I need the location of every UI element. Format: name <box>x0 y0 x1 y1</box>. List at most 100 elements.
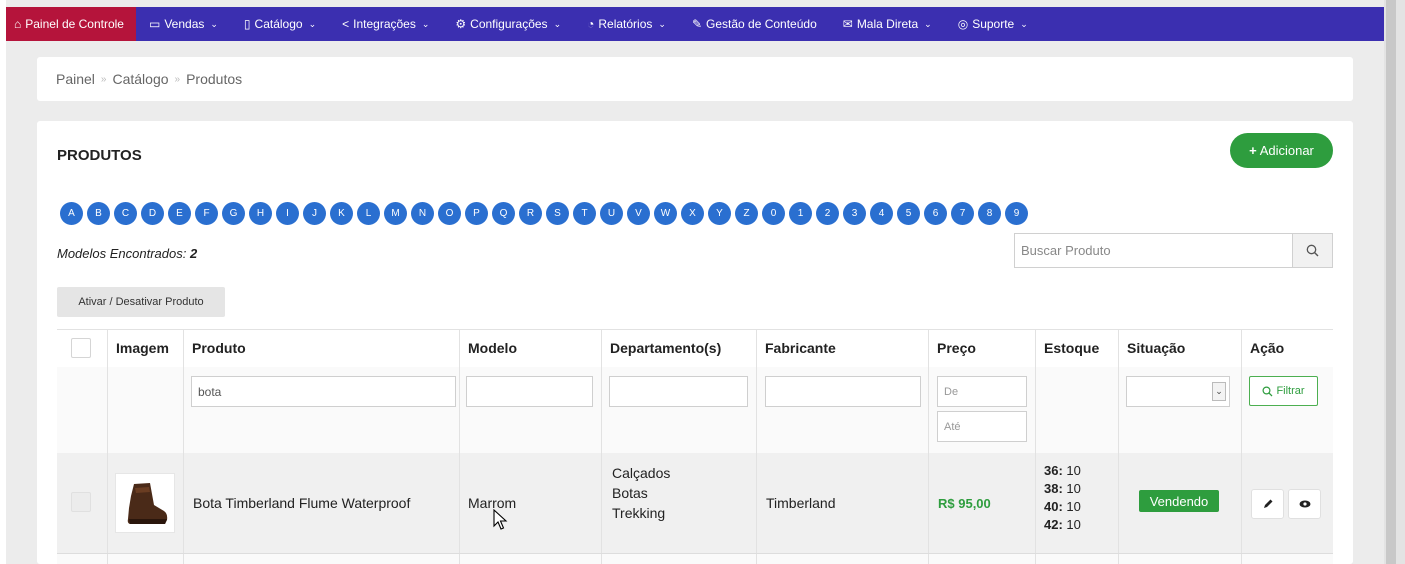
letter-filter-3[interactable]: 3 <box>843 202 866 225</box>
letter-filter-4[interactable]: 4 <box>870 202 893 225</box>
letter-filter-w[interactable]: W <box>654 202 677 225</box>
nav-item-gestao-conteudo[interactable]: ✎ Gestão de Conteúdo <box>679 7 830 41</box>
letter-filter-7[interactable]: 7 <box>951 202 974 225</box>
toggle-product-button[interactable]: Ativar / Desativar Produto <box>57 287 225 317</box>
letter-filter-h[interactable]: H <box>249 202 272 225</box>
letter-filter-d[interactable]: D <box>141 202 164 225</box>
nav-item-configuracoes[interactable]: ⚙ Configurações ⌄ <box>442 7 574 41</box>
letter-filter-q[interactable]: Q <box>492 202 515 225</box>
nav-item-integracoes[interactable]: < Integrações ⌄ <box>329 7 442 41</box>
chevron-down-icon: ⌄ <box>308 18 317 29</box>
nav-item-vendas[interactable]: ▭ Vendas ⌄ <box>136 7 231 41</box>
letter-filter-2[interactable]: 2 <box>816 202 839 225</box>
row-checkbox[interactable] <box>71 492 91 512</box>
breadcrumb-painel[interactable]: Painel <box>56 71 95 87</box>
select-all-checkbox[interactable] <box>71 338 91 358</box>
search-button[interactable] <box>1292 234 1332 267</box>
letter-filter-z[interactable]: Z <box>735 202 758 225</box>
header-stock[interactable]: Estoque <box>1035 329 1118 367</box>
price-to-input[interactable]: Até <box>937 411 1027 442</box>
view-button[interactable] <box>1288 489 1321 519</box>
letter-filter-n[interactable]: N <box>411 202 434 225</box>
add-product-button[interactable]: + Adicionar <box>1230 133 1333 168</box>
table-row[interactable] <box>57 553 1333 564</box>
letter-filter-6[interactable]: 6 <box>924 202 947 225</box>
chevron-down-icon: ⌄ <box>1020 18 1028 29</box>
stock-size: 38: <box>1044 481 1063 496</box>
nav-item-label: Catálogo <box>254 17 303 31</box>
nav-item-relatorios[interactable]: ◔ Relatórios ⌄ <box>574 7 679 41</box>
letter-filter-8[interactable]: 8 <box>978 202 1001 225</box>
scrollbar-rail[interactable] <box>1386 0 1396 564</box>
letter-filter-0[interactable]: 0 <box>762 202 785 225</box>
letter-filter-9[interactable]: 9 <box>1005 202 1028 225</box>
stock-item: 40: 10 <box>1044 498 1081 516</box>
table-row[interactable]: Bota Timberland Flume Waterproof Marrom … <box>57 453 1333 553</box>
stock-size: 42: <box>1044 517 1063 532</box>
nav-item-mala-direta[interactable]: ✉ Mala Direta ⌄ <box>830 7 945 41</box>
folder-icon: ▭ <box>148 17 161 31</box>
letter-filter-b[interactable]: B <box>87 202 110 225</box>
status-badge: Vendendo <box>1139 490 1219 512</box>
left-edge <box>0 0 6 564</box>
stock-qty: 10 <box>1066 481 1081 496</box>
letter-filter-e[interactable]: E <box>168 202 191 225</box>
letter-filter-x[interactable]: X <box>681 202 704 225</box>
letter-filter-l[interactable]: L <box>357 202 380 225</box>
header-manufacturer[interactable]: Fabricante <box>756 329 928 367</box>
manufacturer-filter-input[interactable] <box>765 376 921 407</box>
product-departments: Calçados Botas Trekking <box>612 463 670 523</box>
breadcrumb-separator: » <box>174 73 181 85</box>
edit-button[interactable] <box>1251 489 1284 519</box>
letter-filter-m[interactable]: M <box>384 202 407 225</box>
price-from-input[interactable]: De <box>937 376 1027 407</box>
product-filter-input[interactable]: bota <box>191 376 456 407</box>
letter-filter-y[interactable]: Y <box>708 202 731 225</box>
breadcrumb-separator: » <box>100 73 107 85</box>
row-cell <box>1241 554 1333 564</box>
header-departments: Departamento(s) <box>601 329 756 367</box>
nav-item-label: Suporte <box>972 17 1015 31</box>
header-price[interactable]: Preço <box>928 329 1035 367</box>
nav-item-suporte[interactable]: ◎ Suporte ⌄ <box>945 7 1041 41</box>
filter-button[interactable]: Filtrar <box>1249 376 1318 406</box>
department-filter-input[interactable] <box>609 376 748 407</box>
letter-filter-t[interactable]: T <box>573 202 596 225</box>
letter-filter-v[interactable]: V <box>627 202 650 225</box>
letter-filter-g[interactable]: G <box>222 202 245 225</box>
letter-filter-o[interactable]: O <box>438 202 461 225</box>
letter-filter-5[interactable]: 5 <box>897 202 920 225</box>
letter-filter-p[interactable]: P <box>465 202 488 225</box>
header-model[interactable]: Modelo <box>459 329 601 367</box>
letter-filter-c[interactable]: C <box>114 202 137 225</box>
letter-filter-r[interactable]: R <box>519 202 542 225</box>
nav-item-painel[interactable]: ⌂ Painel de Controle <box>6 7 136 41</box>
header-status[interactable]: Situação <box>1118 329 1241 367</box>
stock-item: 36: 10 <box>1044 462 1081 480</box>
search-input[interactable] <box>1015 234 1292 267</box>
letter-filter-1[interactable]: 1 <box>789 202 812 225</box>
letter-filter-s[interactable]: S <box>546 202 569 225</box>
product-name[interactable]: Bota Timberland Flume Waterproof <box>193 495 410 511</box>
nav-item-catalogo[interactable]: ▯ Catálogo ⌄ <box>231 7 329 41</box>
status-filter-select[interactable]: ⌄ <box>1126 376 1230 407</box>
letter-filter-i[interactable]: I <box>276 202 299 225</box>
home-icon: ⌂ <box>14 17 22 31</box>
model-filter-input[interactable] <box>466 376 593 407</box>
nav-item-label: Painel de Controle <box>25 17 124 31</box>
filter-button-label: Filtrar <box>1276 385 1305 397</box>
letter-filter-u[interactable]: U <box>600 202 623 225</box>
row-cell <box>1118 554 1241 564</box>
letter-filter-f[interactable]: F <box>195 202 218 225</box>
row-cell <box>1035 554 1118 564</box>
letter-filter-j[interactable]: J <box>303 202 326 225</box>
page-scrollbar[interactable] <box>1384 0 1405 564</box>
nav-item-label: Gestão de Conteúdo <box>706 17 817 31</box>
header-product[interactable]: Produto <box>183 329 459 367</box>
letter-filter-k[interactable]: K <box>330 202 353 225</box>
product-thumbnail[interactable] <box>115 473 175 533</box>
row-cell <box>756 554 928 564</box>
header-image: Imagem <box>107 329 183 367</box>
letter-filter-a[interactable]: A <box>60 202 83 225</box>
breadcrumb-catalogo[interactable]: Catálogo <box>112 71 168 87</box>
